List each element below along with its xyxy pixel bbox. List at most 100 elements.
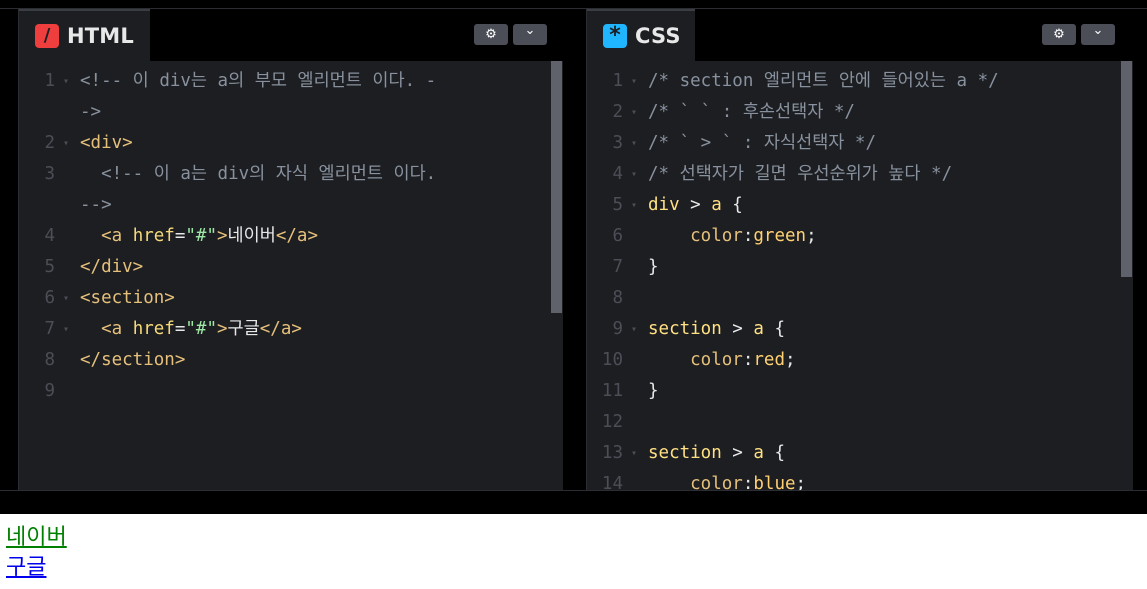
line-number: 1 [44, 71, 55, 91]
css-code-editor[interactable]: 1 ▾ /* section 엘리먼트 안에 들어있는 a */ 2 ▾ /* ` ` :… [587, 61, 1133, 490]
fold-arrow-icon[interactable]: ▾ [631, 314, 637, 345]
css-collapse-button[interactable]: ⌄ [1081, 23, 1115, 45]
code-line[interactable]: -> [19, 97, 549, 128]
line-number: 6 [44, 288, 55, 308]
code-text: } [648, 252, 659, 283]
code-line[interactable]: 13 ▾ section > a { [587, 438, 1119, 469]
code-line[interactable]: 5 ▾ div > a { [587, 190, 1119, 221]
fold-arrow-icon[interactable]: ▾ [63, 314, 69, 345]
result-preview: 네이버 구글 [6, 523, 67, 583]
css-icon: * [603, 24, 627, 48]
code-text: <a href="#">네이버</a> [80, 221, 318, 252]
fold-arrow-icon[interactable]: ▾ [631, 128, 637, 159]
code-token: /* 선택자가 길면 우선순위가 높다 */ [648, 164, 953, 184]
code-token: = [174, 226, 186, 246]
code-text: } [648, 376, 659, 407]
code-line[interactable]: 1 ▾ /* section 엘리먼트 안에 들어있는 a */ [587, 66, 1119, 97]
code-token: > [217, 226, 228, 246]
fold-arrow-icon[interactable]: ▾ [631, 190, 637, 221]
code-token: section [648, 319, 722, 339]
css-scrollbar[interactable] [1119, 61, 1133, 490]
code-line[interactable]: --> [19, 190, 549, 221]
code-line[interactable]: 5 </div> [19, 252, 549, 283]
code-text: </section> [80, 345, 185, 376]
html-scrollbar[interactable] [549, 61, 563, 490]
code-token: /* ` ` : 후손선택자 */ [648, 102, 855, 122]
code-token: a [753, 319, 764, 339]
preview-link-naver[interactable]: 네이버 [6, 523, 67, 553]
code-line[interactable]: 7} [587, 252, 1119, 283]
tab-css[interactable]: * CSS [587, 9, 695, 61]
code-text: /* 선택자가 길면 우선순위가 높다 */ [648, 159, 952, 190]
code-text: /* ` ` : 후손선택자 */ [648, 97, 855, 128]
code-text: color:red; [648, 345, 795, 376]
code-token: > [679, 195, 712, 215]
tab-html[interactable]: / HTML [19, 9, 150, 61]
html-code-editor[interactable]: 1 ▾ <!-- 이 div는 a의 부모 엘리먼트 이다. - -> 2 ▾ <div> 3… [19, 61, 563, 490]
code-line[interactable]: 4 <a href="#">네이버</a> [19, 221, 549, 252]
code-line[interactable]: 2 ▾ <div> [19, 128, 549, 159]
code-line[interactable]: 11} [587, 376, 1119, 407]
code-token: section [648, 443, 722, 463]
html-settings-button[interactable]: ⚙ [474, 24, 508, 45]
fold-arrow-icon[interactable]: ▾ [63, 66, 69, 97]
line-number: 9 [44, 381, 55, 401]
line-number: 3 [44, 164, 55, 184]
code-token: <a [80, 226, 133, 246]
html-collapse-button[interactable]: ⌄ [513, 23, 547, 45]
fold-arrow-icon[interactable]: ▾ [631, 97, 637, 128]
code-line[interactable]: 6 ▾ <section> [19, 283, 549, 314]
code-line[interactable]: 4 ▾ /* 선택자가 길면 우선순위가 높다 */ [587, 159, 1119, 190]
code-text: div > a { [648, 190, 743, 221]
line-number: 12 [601, 412, 623, 432]
code-line[interactable]: 8 [587, 283, 1119, 314]
code-text: <div> [80, 128, 133, 159]
code-text: <!-- 이 div는 a의 부모 엘리먼트 이다. - [80, 66, 436, 97]
code-line[interactable]: 9 [19, 376, 549, 407]
fold-arrow-icon[interactable]: ▾ [63, 283, 69, 314]
code-line[interactable]: 12 [587, 407, 1119, 438]
code-token: </section> [80, 350, 186, 370]
fold-arrow-icon[interactable]: ▾ [631, 159, 637, 190]
fold-arrow-icon[interactable]: ▾ [631, 438, 637, 469]
code-token: </a> [275, 226, 319, 246]
code-token: <a [80, 319, 133, 339]
code-text: section > a { [648, 438, 785, 469]
resize-bar[interactable] [0, 490, 1147, 514]
preview-link-google[interactable]: 구글 [6, 553, 67, 583]
code-token: { [721, 195, 743, 215]
code-token: <section> [80, 288, 175, 308]
line-number: 7 [44, 319, 55, 339]
css-scrollbar-thumb[interactable] [1121, 61, 1132, 277]
line-number: 13 [601, 443, 623, 463]
code-line[interactable]: 10 color:red; [587, 345, 1119, 376]
code-line[interactable]: 7 ▾ <a href="#">구글</a> [19, 314, 549, 345]
css-settings-button[interactable]: ⚙ [1042, 24, 1076, 45]
fold-arrow-icon[interactable]: ▾ [63, 128, 69, 159]
code-token: { [763, 319, 785, 339]
code-token: : [742, 226, 754, 246]
code-token: 구글 [227, 319, 260, 339]
code-line[interactable]: 6 color:green; [587, 221, 1119, 252]
fold-arrow-icon[interactable]: ▾ [631, 66, 637, 97]
html-scrollbar-thumb[interactable] [551, 61, 562, 313]
html-icon: / [35, 24, 59, 48]
line-number: 4 [44, 226, 55, 246]
code-token: { [763, 443, 785, 463]
code-text: /* section 엘리먼트 안에 들어있는 a */ [648, 66, 999, 97]
code-token: ; [795, 474, 807, 490]
code-line[interactable]: 3 ▾ /* ` > ` : 자식선택자 */ [587, 128, 1119, 159]
code-line[interactable]: 8 </section> [19, 345, 549, 376]
line-number: 8 [612, 288, 623, 308]
code-text: color:green; [648, 221, 816, 252]
code-token: 네이버 [227, 226, 276, 246]
code-token: > [721, 443, 754, 463]
code-line[interactable]: 1 ▾ <!-- 이 div는 a의 부모 엘리먼트 이다. - [19, 66, 549, 97]
code-token: a [711, 195, 722, 215]
code-token: color [648, 226, 743, 246]
code-line[interactable]: 14 color:blue; [587, 469, 1119, 490]
code-token: = [174, 319, 186, 339]
code-line[interactable]: 3 <!-- 이 a는 div의 자식 엘리먼트 이다. [19, 159, 549, 190]
code-line[interactable]: 2 ▾ /* ` ` : 후손선택자 */ [587, 97, 1119, 128]
code-line[interactable]: 9 ▾ section > a { [587, 314, 1119, 345]
